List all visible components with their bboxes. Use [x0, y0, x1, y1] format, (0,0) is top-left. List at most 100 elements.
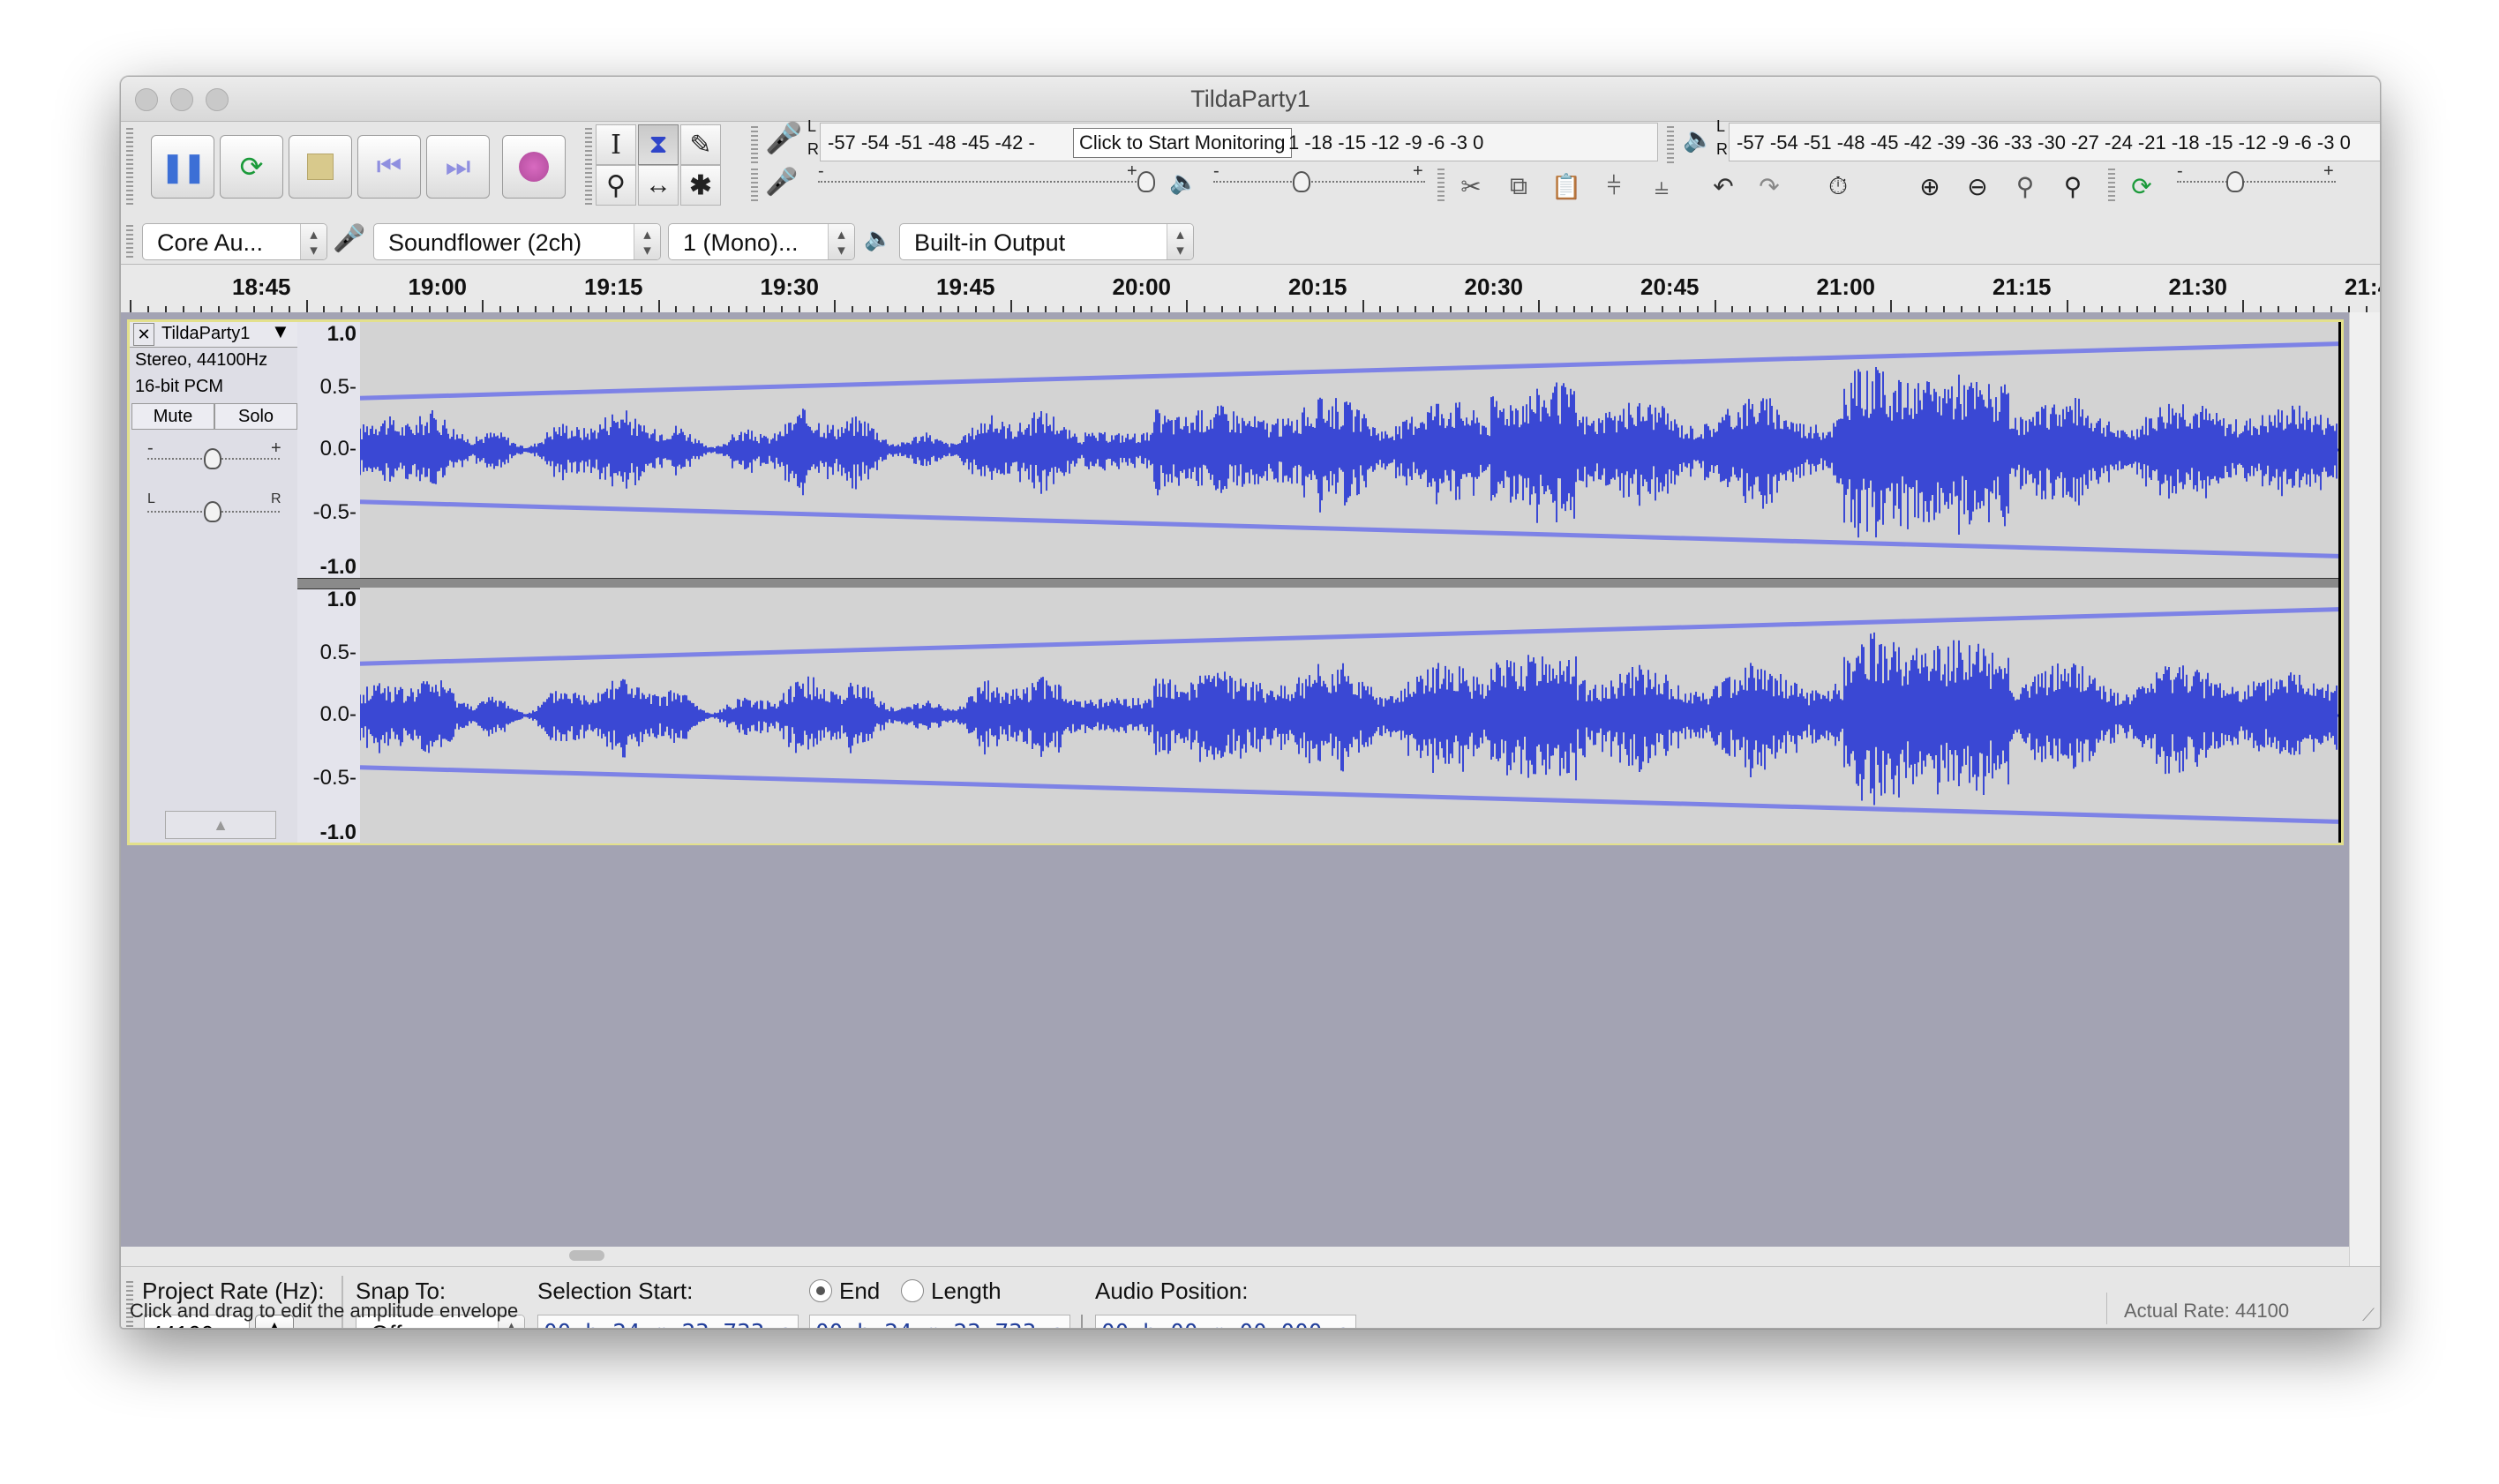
ruler-tick	[1925, 306, 1927, 312]
silence-button[interactable]: ⫨	[1640, 165, 1683, 207]
start-monitoring-label[interactable]: Click to Start Monitoring	[1073, 128, 1292, 158]
device-grip[interactable]	[126, 225, 133, 260]
vertical-scrollbar[interactable]	[2349, 312, 2380, 1266]
track-control-panel[interactable]: ✕ TildaParty1 ▼ Stereo, 44100Hz 16-bit P…	[130, 320, 297, 843]
ruler-tick	[569, 306, 572, 312]
resize-grip-icon[interactable]: ⟋	[2362, 1306, 2375, 1326]
ruler-label: 19:45	[936, 274, 995, 300]
ruler-tick	[1045, 306, 1047, 312]
undo-button[interactable]: ↶	[1702, 165, 1745, 207]
recording-device-mic-icon: 🎤	[333, 224, 366, 253]
zoom-tool[interactable]: ⚲	[596, 165, 636, 206]
track-panel[interactable]: ✕ TildaParty1 ▼ Stereo, 44100Hz 16-bit P…	[121, 312, 2349, 1248]
ruler-tick	[2136, 306, 2139, 312]
waveform-right-channel[interactable]	[360, 588, 2338, 843]
ruler-label: 19:00	[408, 274, 468, 300]
amplitude-label: -1.0	[319, 821, 356, 844]
play-meter-grip[interactable]	[1667, 126, 1674, 165]
ruler-tick	[2347, 306, 2350, 312]
record-meter[interactable]: -57 -54 -51 -48 -45 -42 - Click to Start…	[820, 123, 1658, 161]
meter-grip[interactable]	[751, 126, 758, 165]
zoom-out-button[interactable]: ⊖	[1956, 165, 1999, 207]
selection-tool[interactable]: I	[596, 124, 636, 165]
ruler-tick	[1643, 306, 1646, 312]
audio-host-select[interactable]: Core Au... ▴ ▾	[142, 223, 327, 260]
ruler-tick	[2013, 306, 2015, 312]
playback-device-select[interactable]: Built-in Output ▴ ▾	[899, 223, 1194, 260]
pan-slider[interactable]: L R	[147, 491, 281, 525]
mixer-grip[interactable]	[751, 169, 758, 204]
ruler-tick	[130, 300, 131, 312]
edit-grip[interactable]	[1437, 169, 1445, 204]
cut-button[interactable]: ✂	[1450, 165, 1492, 207]
pan-left: L	[147, 491, 155, 506]
ruler-tick	[816, 306, 819, 312]
slider-min: -	[1213, 161, 1219, 181]
mute-button[interactable]: Mute	[131, 403, 214, 430]
ruler-tick	[2312, 306, 2315, 312]
ruler-tick	[1273, 306, 1276, 312]
redo-button[interactable]: ↷	[1748, 165, 1790, 207]
slider-min: -	[818, 161, 824, 181]
ruler-tick	[1098, 306, 1100, 312]
ruler-label: 21:15	[1992, 274, 2052, 300]
output-volume-slider[interactable]: - +	[1213, 161, 1425, 195]
solo-button[interactable]: Solo	[214, 403, 297, 430]
ruler-tick	[252, 306, 255, 312]
record-meter-scale-right: 1 -18 -15 -12 -9 -6 -3 0	[1288, 131, 1484, 154]
ruler-tick	[1731, 306, 1734, 312]
horizontal-scrollbar[interactable]	[121, 1247, 2349, 1266]
title-bar: TildaParty1	[121, 77, 2380, 122]
track-menu-dropdown-icon[interactable]: ▼	[271, 320, 290, 343]
horizontal-scroll-thumb[interactable]	[569, 1250, 604, 1261]
skip-to-end-button[interactable]: ⏭	[426, 135, 490, 199]
toolbar-grip[interactable]	[126, 128, 133, 206]
ruler-label: 21:30	[2168, 274, 2228, 300]
fit-project-button[interactable]: ⚲	[2052, 165, 2094, 207]
collapse-track-button[interactable]: ▲	[165, 811, 276, 839]
draw-tool[interactable]: ✎	[680, 124, 721, 165]
sync-lock-button[interactable]: ⏱	[1817, 165, 1859, 207]
stop-icon	[307, 154, 334, 180]
pause-button[interactable]: ❚❚	[151, 135, 214, 199]
input-volume-slider[interactable]: - +	[818, 161, 1155, 195]
ruler-tick	[957, 306, 959, 312]
track-name[interactable]: TildaParty1	[161, 324, 250, 344]
play-speed-slider[interactable]: - +	[2177, 161, 2336, 195]
copy-icon: ⧉	[1510, 171, 1527, 199]
fit-selection-button[interactable]: ⚲	[2004, 165, 2046, 207]
time-shift-tool[interactable]: ↔	[638, 165, 679, 206]
copy-button[interactable]: ⧉	[1497, 165, 1540, 207]
ruler-tick	[904, 306, 906, 312]
meter-channel-r: R	[807, 140, 819, 158]
audacity-window: TildaParty1 ❚❚ ⟳ ⏮ ⏭ I ⧗ ✎ ⚲ ↔ ✱ 🎤 L R -…	[120, 76, 2381, 1329]
ruler-tick	[464, 306, 467, 312]
multi-tool[interactable]: ✱	[680, 165, 721, 206]
gain-slider[interactable]: - +	[147, 438, 281, 472]
ruler-tick	[939, 306, 942, 312]
envelope-tool[interactable]: ⧗	[638, 124, 679, 165]
ruler-tick	[323, 306, 326, 312]
play-at-speed-button[interactable]: ⟳	[2120, 165, 2163, 207]
ruler-tick	[1890, 300, 1892, 312]
audio-host-value: Core Au...	[157, 229, 264, 256]
zoom-in-button[interactable]: ⊕	[1909, 165, 1951, 207]
loop-play-button[interactable]: ⟳	[220, 135, 283, 199]
ruler-label: 20:30	[1464, 274, 1524, 300]
track-close-button[interactable]: ✕	[133, 323, 154, 346]
tools-grip[interactable]	[585, 128, 592, 206]
trim-button[interactable]: ⫩	[1593, 165, 1635, 207]
fit-selection-icon: ⚲	[2015, 172, 2035, 200]
playback-meter[interactable]: -57 -54 -51 -48 -45 -42 -39 -36 -33 -30 …	[1729, 123, 2380, 161]
record-button[interactable]	[502, 135, 566, 199]
paste-button[interactable]: 📋	[1545, 165, 1587, 207]
recording-channels-select[interactable]: 1 (Mono)... ▴ ▾	[668, 223, 855, 260]
ruler-tick	[1538, 300, 1540, 312]
stop-button[interactable]	[289, 135, 352, 199]
timeline-ruler[interactable]: 18:45 19:00 19:15 19:30 19:45 20:00 20:15 20:30…	[121, 264, 2380, 313]
recording-device-select[interactable]: Soundflower (2ch) ▴ ▾	[373, 223, 661, 260]
speed-grip[interactable]	[2108, 169, 2115, 204]
skip-to-start-button[interactable]: ⏮	[357, 135, 421, 199]
waveform-left-channel[interactable]	[360, 322, 2338, 578]
status-bar: Click and drag to edit the amplitude env…	[121, 1289, 2380, 1328]
